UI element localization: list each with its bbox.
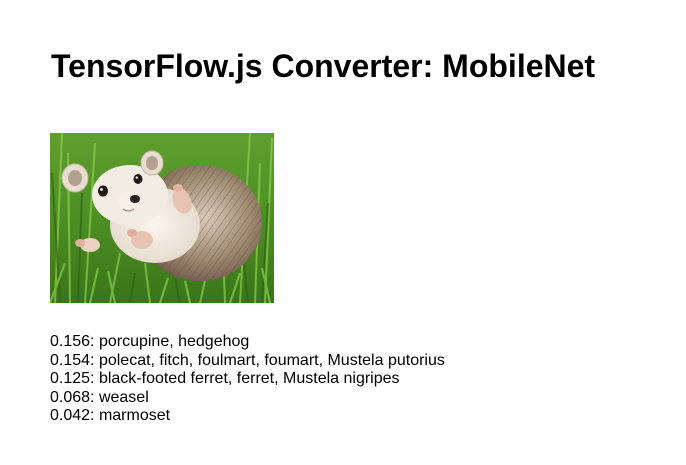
prediction-label: polecat, fitch, foulmart, foumart, Muste… [98,351,445,369]
prediction-label: marmoset [98,407,171,424]
page-title: TensorFlow.js Converter: MobileNet [51,48,596,84]
prediction-label: black-footed ferret, ferret, Mustela nig… [98,370,400,387]
prediction-label: porcupine, hedgehog [98,333,250,350]
prediction-score: 0.068 [50,388,91,406]
prediction-score: 0.154 [50,351,91,369]
hedgehog-image [50,133,274,303]
prediction-label: weasel [98,388,149,406]
prediction-score: 0.156 [50,333,91,350]
prediction-item: 0.154: polecat, fitch, foulmart, foumart… [50,351,445,369]
prediction-item: 0.156: porcupine, hedgehog [50,333,250,350]
prediction-item: 0.042: marmoset [50,407,171,424]
prediction-score: 0.125 [50,370,91,387]
prediction-list: 0.156: porcupine, hedgehog 0.154: poleca… [50,333,445,426]
prediction-item: 0.068: weasel [50,388,149,406]
prediction-score: 0.042 [50,407,91,424]
prediction-item: 0.125: black-footed ferret, ferret, Must… [50,370,400,387]
